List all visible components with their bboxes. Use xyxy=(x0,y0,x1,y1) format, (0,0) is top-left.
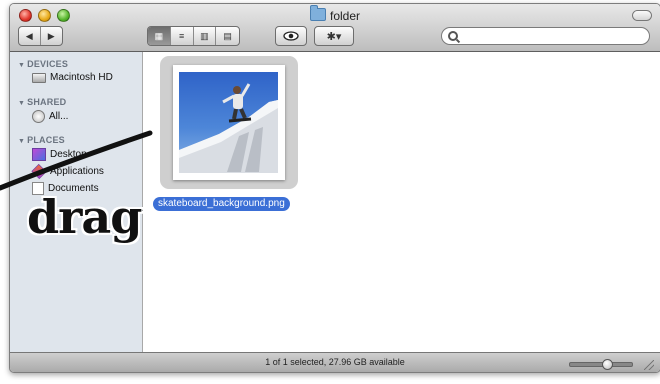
skater-image xyxy=(179,83,278,173)
file-name-label[interactable]: skateboard_background.png xyxy=(153,197,290,211)
search-input[interactable] xyxy=(462,29,646,45)
slider-knob[interactable] xyxy=(601,359,613,370)
column-view-button[interactable]: ▥ xyxy=(194,27,217,45)
window-title-bar: folder xyxy=(10,5,660,23)
sidebar-item-label: Macintosh HD xyxy=(50,72,113,83)
finder-window: folder ◀ ▶ ▦ ≡ ▥ ▤ ✱▾ ▼ DEVICES Macintos… xyxy=(9,3,660,373)
list-view-button[interactable]: ≡ xyxy=(171,27,194,45)
applications-icon xyxy=(31,163,47,180)
eye-icon xyxy=(283,31,299,41)
disclosure-triangle-icon: ▼ xyxy=(18,62,26,69)
search-icon xyxy=(448,31,458,41)
sidebar-item-label: Applications xyxy=(50,166,104,177)
sidebar-item-label: All... xyxy=(49,111,69,122)
resize-grip-icon[interactable] xyxy=(644,360,654,370)
status-text: 1 of 1 selected, 27.96 GB available xyxy=(265,357,405,367)
sidebar-section-places[interactable]: ▼ PLACES xyxy=(18,135,65,145)
search-field[interactable] xyxy=(441,27,650,45)
sidebar-item-all[interactable]: All... xyxy=(32,110,68,123)
toolbar: folder ◀ ▶ ▦ ≡ ▥ ▤ ✱▾ xyxy=(10,4,660,52)
file-browser-area[interactable]: skateboard_background.png xyxy=(143,52,660,352)
coverflow-view-button[interactable]: ▤ xyxy=(216,27,239,45)
status-bar: 1 of 1 selected, 27.96 GB available xyxy=(10,352,660,372)
hard-drive-icon xyxy=(32,72,46,83)
view-mode-group: ▦ ≡ ▥ ▤ xyxy=(147,26,240,46)
sidebar-section-shared[interactable]: ▼ SHARED xyxy=(18,97,66,107)
quicklook-button[interactable] xyxy=(275,26,307,46)
icon-view-button[interactable]: ▦ xyxy=(148,27,171,45)
sidebar-item-desktop[interactable]: Desktop xyxy=(32,148,87,161)
sidebar-section-devices[interactable]: ▼ DEVICES xyxy=(18,59,68,69)
forward-button[interactable]: ▶ xyxy=(41,27,62,45)
desktop-icon xyxy=(32,148,46,161)
file-thumbnail[interactable] xyxy=(173,65,285,180)
window-title: folder xyxy=(329,9,361,23)
icon-size-slider[interactable] xyxy=(569,359,633,370)
drag-annotation: drag xyxy=(27,190,142,244)
action-menu-button[interactable]: ✱▾ xyxy=(314,26,354,46)
sidebar-item-macintosh-hd[interactable]: Macintosh HD xyxy=(32,72,113,83)
sidebar-item-label: Desktop xyxy=(50,149,87,160)
back-forward-group: ◀ ▶ xyxy=(18,26,63,46)
folder-icon xyxy=(309,5,326,21)
network-icon xyxy=(32,110,45,123)
disclosure-triangle-icon: ▼ xyxy=(18,100,26,107)
sidebar-item-applications[interactable]: Applications xyxy=(31,163,104,180)
toolbar-toggle-button[interactable] xyxy=(632,10,652,21)
disclosure-triangle-icon: ▼ xyxy=(18,138,26,145)
back-button[interactable]: ◀ xyxy=(19,27,41,45)
skateboard-photo xyxy=(179,72,278,173)
